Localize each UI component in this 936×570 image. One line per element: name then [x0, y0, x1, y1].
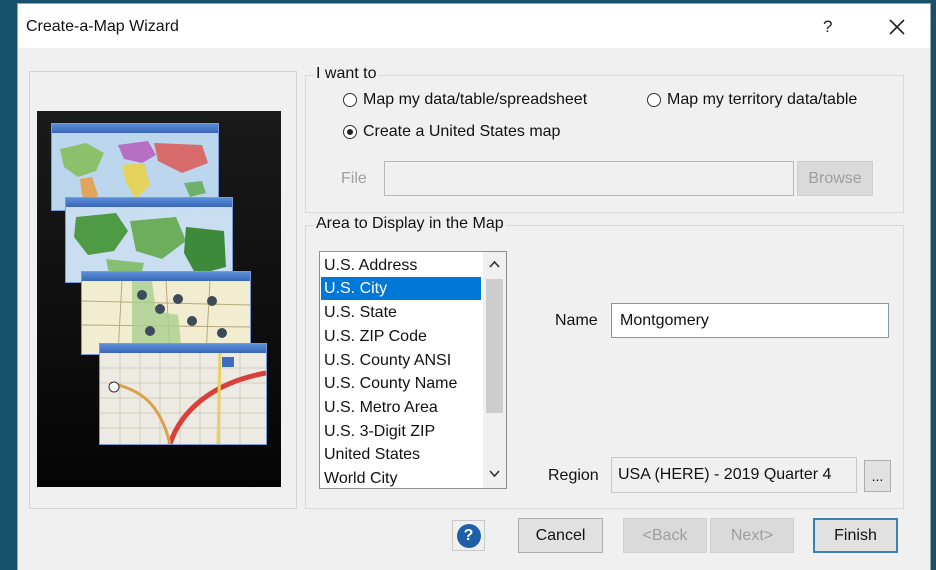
- listbox-scrollbar[interactable]: [483, 252, 506, 488]
- list-item[interactable]: United States: [321, 443, 481, 466]
- close-icon[interactable]: [884, 12, 910, 40]
- title-help-button[interactable]: ?: [823, 17, 832, 37]
- name-input[interactable]: Montgomery: [611, 303, 889, 338]
- radio-label: Create a United States map: [363, 123, 561, 140]
- scroll-thumb[interactable]: [486, 279, 503, 413]
- name-label: Name: [555, 312, 598, 329]
- i-want-to-label: I want to: [314, 65, 379, 83]
- radio-circle-selected: [343, 125, 357, 139]
- help-button[interactable]: ?: [452, 520, 485, 551]
- list-item[interactable]: U.S. Metro Area: [321, 396, 481, 419]
- stacked-maps-image: [37, 111, 281, 487]
- file-path-input[interactable]: [384, 161, 794, 196]
- next-button[interactable]: Next>: [710, 518, 794, 553]
- title-bar: Create-a-Map Wizard ?: [18, 4, 930, 48]
- radio-label: Map my data/table/spreadsheet: [363, 91, 588, 108]
- list-item-selected[interactable]: U.S. City: [321, 277, 481, 300]
- list-item[interactable]: World City: [321, 467, 481, 488]
- browse-button[interactable]: Browse: [797, 161, 873, 196]
- list-item[interactable]: U.S. Address: [321, 254, 481, 277]
- list-item[interactable]: U.S. ZIP Code: [321, 325, 481, 348]
- radio-circle: [343, 93, 357, 107]
- file-label: File: [341, 170, 367, 187]
- region-browse-button[interactable]: ...: [864, 460, 891, 492]
- list-item[interactable]: U.S. State: [321, 301, 481, 324]
- back-button[interactable]: <Back: [623, 518, 707, 553]
- list-item[interactable]: U.S. 3-Digit ZIP: [321, 420, 481, 443]
- radio-label: Map my territory data/table: [667, 91, 858, 108]
- radio-create-us-map[interactable]: Create a United States map: [343, 123, 560, 141]
- region-value: USA (HERE) - 2019 Quarter 4: [611, 457, 857, 493]
- area-to-display-label: Area to Display in the Map: [314, 215, 506, 233]
- finish-button[interactable]: Finish: [813, 518, 898, 553]
- scroll-down-icon[interactable]: [483, 462, 506, 484]
- radio-map-my-territory[interactable]: Map my territory data/table: [647, 91, 857, 109]
- list-item[interactable]: U.S. County ANSI: [321, 349, 481, 372]
- radio-circle: [647, 93, 661, 107]
- list-item[interactable]: U.S. County Name: [321, 372, 481, 395]
- wizard-illustration-panel: [29, 71, 297, 509]
- create-a-map-wizard-dialog: Create-a-Map Wizard ? I want to Map my d…: [18, 4, 930, 570]
- help-icon: ?: [456, 523, 481, 548]
- dialog-title: Create-a-Map Wizard: [26, 18, 179, 35]
- scroll-up-icon[interactable]: [483, 254, 506, 276]
- area-listbox[interactable]: U.S. Address U.S. City U.S. State U.S. Z…: [319, 251, 507, 489]
- street-map-thumbnail: [99, 343, 267, 445]
- cancel-button[interactable]: Cancel: [518, 518, 603, 553]
- radio-map-my-data[interactable]: Map my data/table/spreadsheet: [343, 91, 587, 109]
- region-label: Region: [548, 467, 599, 484]
